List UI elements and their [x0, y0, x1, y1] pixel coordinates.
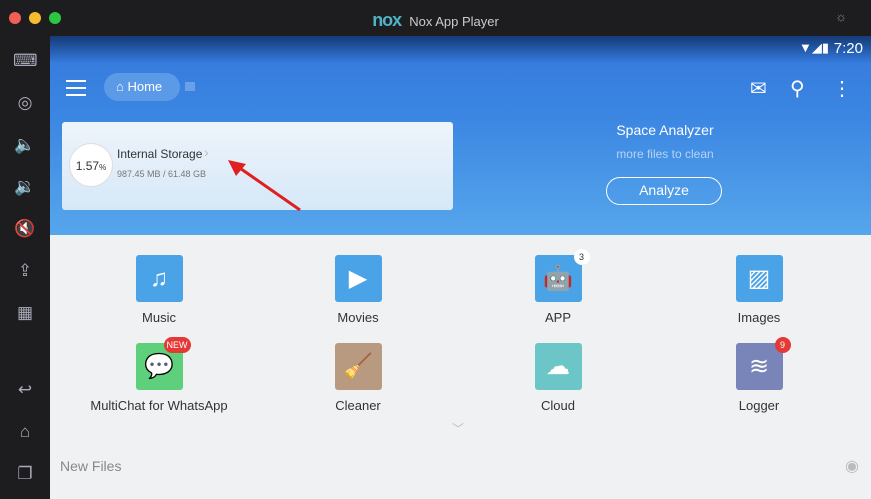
multichat-icon: 💬 NEW: [135, 337, 191, 390]
volume-down-icon[interactable]: 🔉: [13, 175, 37, 199]
menu-icon[interactable]: [66, 80, 86, 96]
breadcrumb-home[interactable]: ⌂ Home: [104, 73, 180, 101]
music-icon: ♫: [135, 255, 183, 302]
images-icon: ▨: [735, 255, 783, 302]
movies-icon: ▶: [334, 255, 382, 302]
location-icon[interactable]: ◎: [13, 91, 37, 115]
clock: 7:20: [833, 40, 863, 57]
title-bar: nox Nox App Player ☼: [0, 0, 871, 36]
search-icon[interactable]: ⚲: [790, 76, 805, 101]
volume-up-icon[interactable]: 🔈: [13, 133, 37, 157]
keyboard-icon[interactable]: ⌨: [13, 49, 38, 73]
tile-label: Movies: [337, 310, 379, 325]
android-screen: ▼◢▮ 7:20 ⌂ Home ✉ ⚲ ⋮ 1.57% Internal Sto…: [50, 36, 871, 499]
nox-logo: nox: [372, 10, 402, 30]
settings-gear-icon[interactable]: ☼: [835, 9, 847, 24]
tile-images[interactable]: ▨ Images: [679, 255, 839, 325]
tile-label: MultiChat for WhatsApp: [90, 398, 228, 413]
storage-usage-ring: 1.57%: [69, 143, 113, 187]
tile-app[interactable]: 🤖 3 APP: [478, 249, 638, 325]
tile-label: APP: [544, 310, 571, 325]
header: ▼◢▮ 7:20 ⌂ Home ✉ ⚲ ⋮ 1.57% Internal Sto…: [50, 36, 871, 235]
app-title: Nox App Player: [409, 14, 499, 29]
space-analyzer-subtitle: more files to clean: [616, 147, 714, 161]
mail-icon[interactable]: ✉: [750, 76, 767, 101]
tile-badge: 3: [573, 249, 590, 265]
tile-badge: NEW: [163, 337, 191, 353]
new-files-heading: New Files: [60, 458, 122, 474]
tile-label: Cleaner: [335, 398, 381, 413]
tile-label: Cloud: [541, 398, 575, 413]
wifi-signal-battery-icon: ▼◢▮: [798, 40, 829, 55]
mute-icon[interactable]: 🔇: [13, 217, 37, 241]
recent-apps-icon[interactable]: ❐: [13, 462, 37, 486]
red-arrow-annotation: [228, 160, 301, 212]
tile-label: Logger: [738, 398, 780, 413]
tile-music[interactable]: ♫ Music: [79, 255, 239, 325]
status-bar: ▼◢▮ 7:20: [50, 36, 871, 62]
tile-multichat-for-whatsapp[interactable]: 💬 NEW MultiChat for WhatsApp: [79, 337, 239, 413]
tile-label: Images: [737, 310, 781, 325]
apk-install-icon[interactable]: ⇪: [13, 259, 37, 283]
tile-logger[interactable]: ≋ 9 Logger: [679, 337, 839, 413]
logger-icon: ≋ 9: [735, 337, 791, 390]
window-indicator-icon[interactable]: [185, 82, 195, 91]
app-icon: 🤖 3: [534, 249, 590, 302]
analyze-button[interactable]: Analyze: [606, 177, 722, 205]
storage-size: 987.45 MB / 61.48 GB: [117, 169, 207, 179]
home-icon[interactable]: ⌂: [13, 420, 37, 444]
screen-record-icon[interactable]: ▦: [13, 301, 37, 325]
tile-badge: 9: [774, 337, 791, 353]
tile-label: Music: [142, 310, 176, 325]
chevron-right-icon: ›: [204, 144, 209, 160]
chevron-down-icon[interactable]: ﹀: [452, 420, 464, 437]
back-icon[interactable]: ↩: [13, 378, 37, 402]
storage-name: Internal Storage: [117, 147, 203, 161]
home-icon: ⌂: [116, 79, 128, 94]
more-options-icon[interactable]: ⋮: [832, 76, 852, 101]
cleaner-icon: 🧹: [334, 343, 382, 390]
breadcrumb-label: Home: [127, 79, 163, 94]
tile-cleaner[interactable]: 🧹 Cleaner: [278, 343, 438, 413]
tile-movies[interactable]: ▶ Movies: [278, 255, 438, 325]
cloud-icon: ☁: [534, 343, 582, 390]
tile-cloud[interactable]: ☁ Cloud: [478, 343, 638, 413]
eye-icon[interactable]: ◉: [845, 456, 859, 476]
window-title: nox Nox App Player: [0, 10, 871, 31]
emulator-sidebar: ⌨ ◎ 🔈 🔉 🔇 ⇪ ▦ ↩ ⌂ ❐: [0, 36, 50, 499]
space-analyzer-title: Space Analyzer: [616, 122, 714, 138]
